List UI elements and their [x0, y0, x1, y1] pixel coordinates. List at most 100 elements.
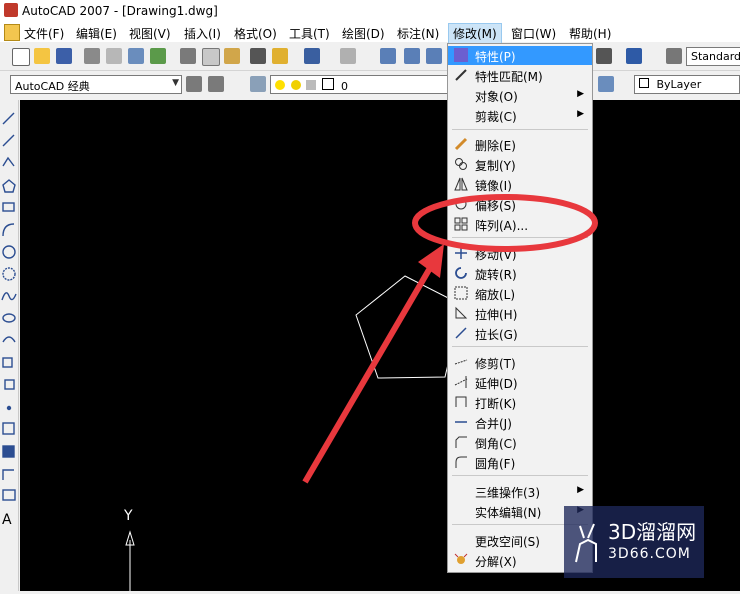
- print-icon[interactable]: [84, 48, 100, 64]
- menu-item-match-properties[interactable]: 特性匹配(M): [448, 66, 592, 85]
- autocad-app-icon[interactable]: [4, 3, 18, 17]
- menu-item-trim[interactable]: 修剪(T): [448, 353, 592, 372]
- workspace-select[interactable]: AutoCAD 经典 ▼: [10, 75, 182, 94]
- save-icon[interactable]: [56, 48, 72, 64]
- zoom-window-icon[interactable]: [426, 48, 442, 64]
- menu-item-stretch[interactable]: 拉伸(H): [448, 304, 592, 323]
- menu-item-label: 删除(E): [475, 139, 516, 153]
- join-icon: [455, 421, 467, 423]
- copy-clip-icon[interactable]: [202, 48, 220, 66]
- menu-insert[interactable]: 插入(I): [184, 25, 221, 42]
- menu-item-offset[interactable]: 偏移(S): [448, 195, 592, 214]
- menu-item-move[interactable]: 移动(V): [448, 244, 592, 263]
- chamfer-icon: [455, 436, 467, 448]
- spline-tool-icon: [1, 292, 17, 301]
- menu-separator: [452, 237, 588, 238]
- hatch-tool-icon: [2, 422, 15, 435]
- watermark-line1: 3D溜溜网: [608, 520, 697, 544]
- menu-help[interactable]: 帮助(H): [569, 25, 611, 42]
- menu-item-array[interactable]: 阵列(A)...: [448, 215, 592, 234]
- menu-item-join[interactable]: 合并(J): [448, 413, 592, 432]
- submenu-arrow-icon: ▶: [577, 89, 584, 99]
- menu-item-3d-operations[interactable]: 三维操作(3) ▶: [448, 482, 592, 501]
- menu-item-clip[interactable]: 剪裁(C) ▶: [448, 106, 592, 125]
- undo-icon[interactable]: [304, 48, 320, 64]
- properties-icon: [454, 48, 468, 62]
- menu-window[interactable]: 窗口(W): [511, 25, 556, 42]
- menu-item-copy[interactable]: 复制(Y): [448, 155, 592, 174]
- lengthen-icon: [455, 327, 467, 339]
- modify-menu-dropdown: 特性(P) 特性匹配(M) 对象(O) ▶ 剪裁(C) ▶ 删除(E) 复制(Y…: [447, 43, 593, 573]
- text-style-select[interactable]: Standard: [686, 47, 740, 66]
- menu-item-rotate[interactable]: 旋转(R): [448, 264, 592, 283]
- redo-icon[interactable]: [340, 48, 356, 64]
- calculator-icon[interactable]: [596, 48, 612, 64]
- menu-item-break[interactable]: 打断(K): [448, 393, 592, 412]
- menu-item-label: 缩放(L): [475, 288, 516, 302]
- explode-icon: [454, 553, 468, 564]
- save-workspace-icon[interactable]: [208, 76, 224, 92]
- menu-modify[interactable]: 修改(M): [448, 23, 502, 44]
- 3d-dwf-icon[interactable]: [150, 48, 166, 64]
- polygon-tool-icon: [2, 179, 16, 193]
- menu-item-scale[interactable]: 缩放(L): [448, 284, 592, 303]
- menu-item-label: 三维操作(3): [475, 486, 540, 500]
- color-select[interactable]: ByLayer: [634, 75, 740, 94]
- watermark-line2: 3D66.COM: [608, 546, 691, 562]
- menu-view[interactable]: 视图(V): [129, 25, 171, 42]
- zoom-realtime-icon[interactable]: [404, 48, 420, 64]
- lock-icon: [306, 80, 316, 90]
- arc-tool-icon: [2, 223, 15, 237]
- submenu-arrow-icon: ▶: [577, 109, 584, 119]
- cut-icon[interactable]: [180, 48, 196, 64]
- menu-file[interactable]: 文件(F): [24, 25, 64, 42]
- workspace-settings-icon[interactable]: [186, 76, 202, 92]
- menu-item-extend[interactable]: 延伸(D): [448, 373, 592, 392]
- layer-previous-icon[interactable]: [598, 76, 614, 92]
- deer-logo-icon: [575, 523, 597, 563]
- menu-item-label: 更改空间(S): [475, 535, 540, 549]
- layer-manager-icon[interactable]: [250, 76, 266, 92]
- menu-item-lengthen[interactable]: 拉长(G): [448, 324, 592, 343]
- block-editor-icon[interactable]: [272, 48, 288, 64]
- menu-item-erase[interactable]: 删除(E): [448, 135, 592, 154]
- menu-format[interactable]: 格式(O): [234, 25, 277, 42]
- open-file-icon[interactable]: [34, 48, 50, 64]
- menu-item-properties[interactable]: 特性(P): [448, 46, 592, 65]
- trim-icon: [454, 359, 468, 365]
- layer-select[interactable]: 0: [270, 75, 448, 94]
- menu-item-label: 合并(J): [475, 417, 512, 431]
- ellipse-tool-icon: [2, 313, 16, 323]
- menu-tools[interactable]: 工具(T): [289, 25, 330, 42]
- layers-toolbar: AutoCAD 经典 ▼ 0 ByLayer: [0, 72, 740, 98]
- rectangle-tool-icon: [2, 202, 15, 212]
- print-preview-icon[interactable]: [106, 48, 122, 64]
- menu-draw[interactable]: 绘图(D): [342, 25, 385, 42]
- rotate-icon: [455, 267, 467, 279]
- menu-separator: [452, 346, 588, 347]
- menu-item-label: 实体编辑(N): [475, 506, 542, 520]
- eraser-icon: [454, 137, 468, 151]
- menu-item-fillet[interactable]: 圆角(F): [448, 453, 592, 472]
- match-properties-icon[interactable]: [250, 48, 266, 64]
- menu-edit[interactable]: 编辑(E): [76, 25, 117, 42]
- help-icon[interactable]: [626, 48, 642, 64]
- menu-item-chamfer[interactable]: 倒角(C): [448, 433, 592, 452]
- paste-icon[interactable]: [224, 48, 240, 64]
- pan-icon[interactable]: [380, 48, 396, 64]
- extend-icon: [454, 376, 468, 388]
- revision-cloud-icon: [2, 267, 16, 281]
- gradient-tool-icon: [2, 445, 15, 458]
- new-file-icon[interactable]: [12, 48, 30, 66]
- menu-item-label: 拉长(G): [475, 328, 518, 342]
- document-icon[interactable]: [4, 24, 20, 41]
- mirror-icon: [454, 177, 468, 191]
- menu-item-label: 特性(P): [475, 50, 516, 64]
- standard-toolbar: Standard: [0, 44, 740, 71]
- menu-item-object[interactable]: 对象(O) ▶: [448, 86, 592, 105]
- publish-icon[interactable]: [128, 48, 144, 64]
- menu-item-mirror[interactable]: 镜像(I): [448, 175, 592, 194]
- menu-dimension[interactable]: 标注(N): [397, 25, 439, 42]
- text-style-icon[interactable]: [666, 48, 682, 64]
- menu-bar: 文件(F) 编辑(E) 视图(V) 插入(I) 格式(O) 工具(T) 绘图(D…: [0, 22, 740, 44]
